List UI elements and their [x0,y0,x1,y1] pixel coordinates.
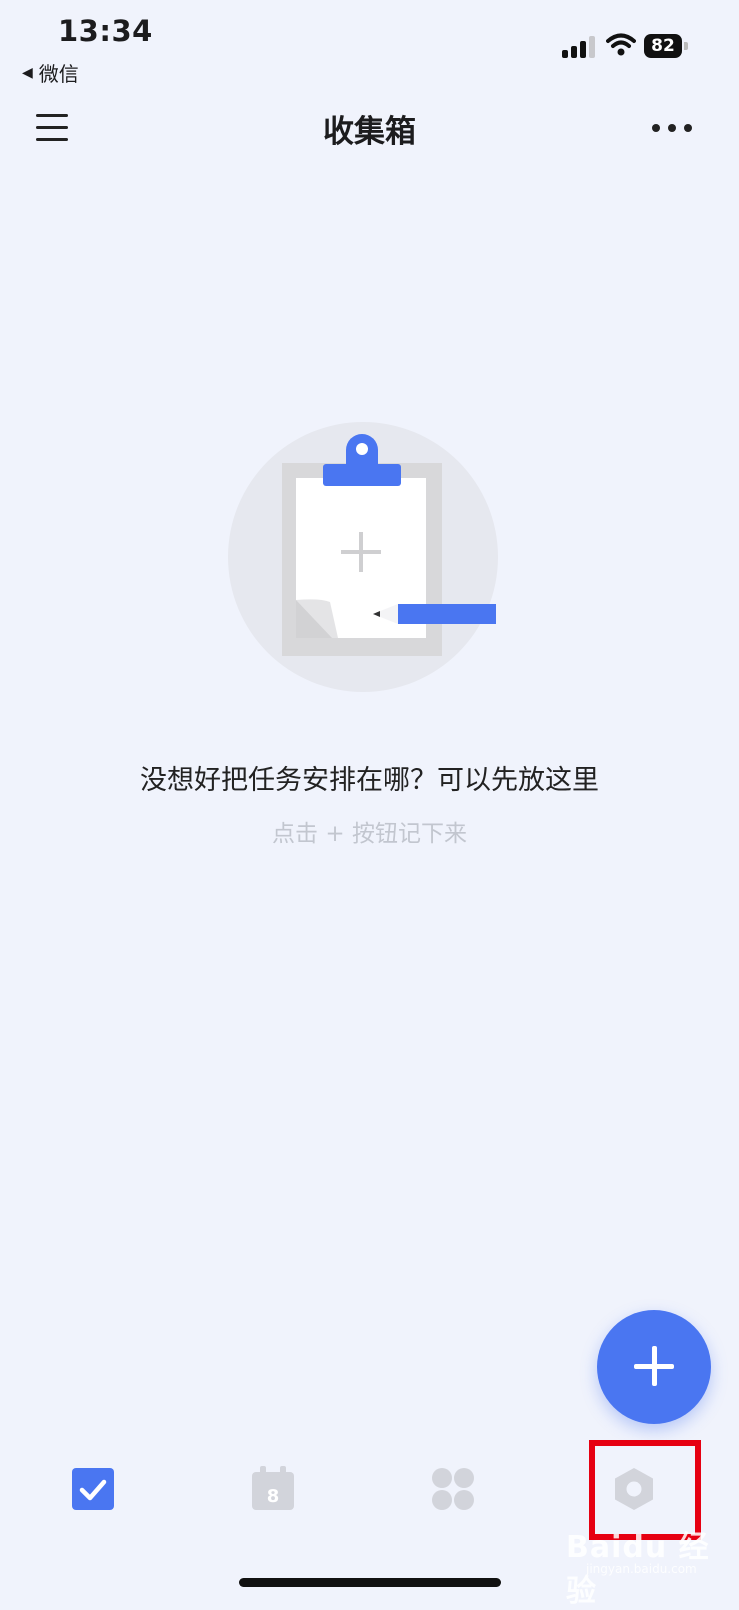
battery-level: 82 [651,36,675,56]
wifi-icon [606,32,636,56]
home-indicator[interactable] [239,1578,501,1587]
checkbox-icon [72,1468,114,1510]
status-time: 13:34 [58,14,153,48]
back-to-app[interactable]: ◀ 微信 [22,58,79,87]
empty-clipboard-illustration [228,422,528,698]
watermark-url: jingyan.baidu.com [586,1562,697,1576]
empty-state-hint: 点击 + 按钮记下来 [272,821,467,847]
calendar-day: 8 [267,1486,280,1507]
back-app-label: 微信 [38,62,79,86]
cellular-signal-icon [562,36,598,58]
tab-tasks[interactable] [70,1466,116,1512]
tab-matrix[interactable] [430,1466,476,1512]
more-options-icon[interactable] [646,114,698,142]
empty-state-title: 没想好把任务安排在哪？可以先放这里 [140,765,599,796]
tab-calendar[interactable]: 8 [250,1466,296,1512]
page-title: 收集箱 [323,114,416,150]
back-arrow-icon: ◀ [22,64,33,81]
battery-icon: 82 [644,34,688,58]
four-quadrant-icon [432,1468,474,1510]
calendar-icon: 8 [252,1466,294,1510]
add-task-button[interactable] [597,1310,711,1424]
